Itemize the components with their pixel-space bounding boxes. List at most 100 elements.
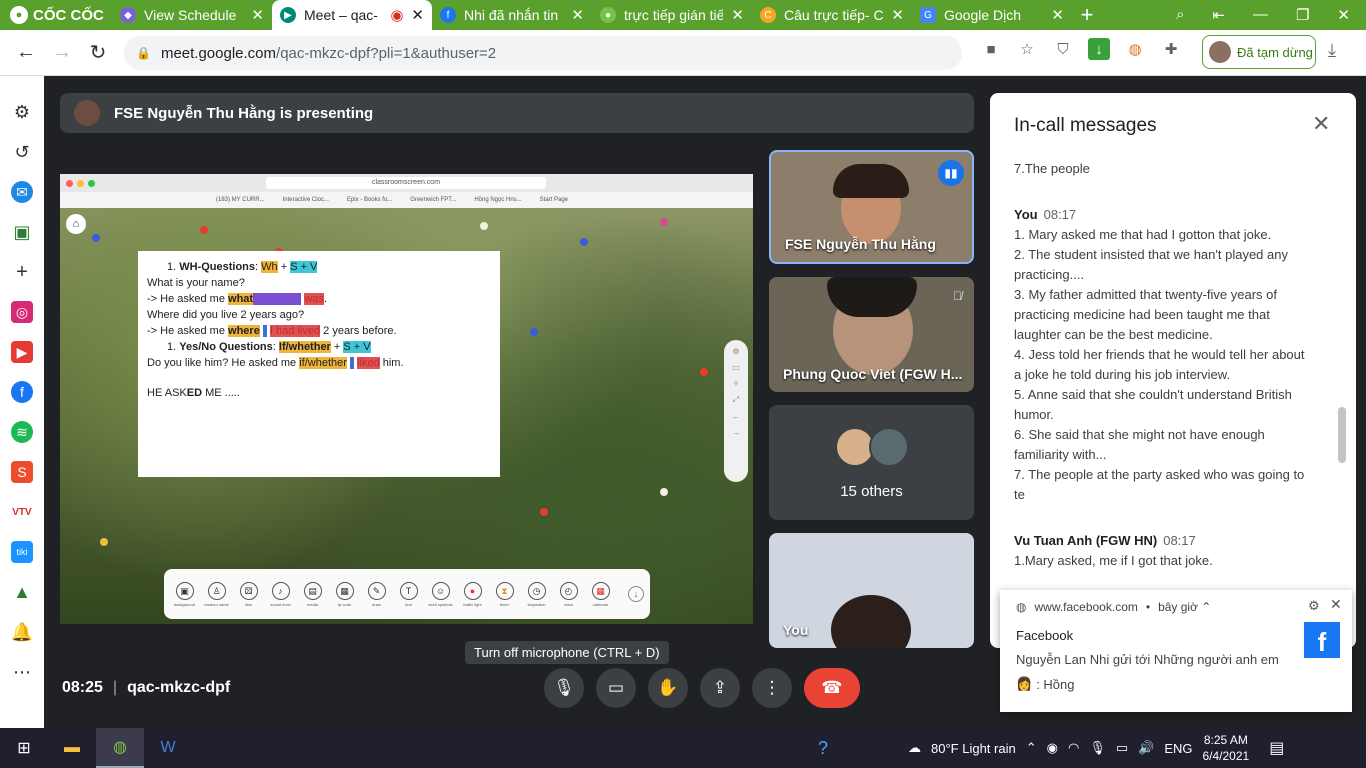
camera-button[interactable]: ▭ (596, 668, 636, 708)
mic-tray-icon[interactable]: 🎙 (1089, 740, 1106, 756)
dock-draw[interactable]: ✎ draw (364, 581, 389, 607)
dock-media[interactable]: ▤ media (300, 581, 325, 607)
coccoc-ext-icon[interactable]: ◍ (1124, 38, 1146, 60)
bookmark: Interactive Cloc... (282, 197, 329, 203)
participant-tile-presenter[interactable]: ▮▮ FSE Nguyễn Thu Hằng (769, 150, 974, 264)
back-history-icon[interactable]: ⇤ (1212, 6, 1225, 24)
battery-icon[interactable]: ▭ (1116, 740, 1128, 756)
notification-center-icon[interactable]: ▤ (1269, 738, 1284, 758)
camera-icon[interactable]: ■ (980, 38, 1002, 60)
address-bar[interactable]: 🔒 meet.google.com/qac-mkzc-dpf?pli=1&aut… (124, 36, 962, 70)
dock-dice[interactable]: ⚄ dice (236, 581, 261, 607)
tab-coccoc-search[interactable]: ● trực tiếp gián tiế ✕ (592, 0, 752, 30)
language-indicator[interactable]: ENG (1164, 741, 1192, 756)
dock-traffic-light[interactable]: ● traffic light (460, 581, 485, 607)
raise-hand-button[interactable]: ✋ (648, 668, 688, 708)
star-icon[interactable]: ☆ (1016, 38, 1038, 60)
youtube-icon[interactable]: ▶ (11, 341, 33, 363)
coccoc-logo[interactable]: ● CỐC CỐC (0, 0, 112, 30)
facebook-icon[interactable]: f (11, 381, 33, 403)
close-icon[interactable]: ✕ (891, 6, 904, 24)
close-icon[interactable]: ✕ (1312, 111, 1330, 137)
participant-tile-phung[interactable]: 🎙̸ Phung Quoc Viet (FGW H... (769, 277, 974, 392)
tab-facebook[interactable]: f Nhi đã nhắn tin ✕ (432, 0, 592, 30)
fullscreen-icon[interactable]: ⤢ (733, 395, 739, 405)
close-icon[interactable]: ✕ (251, 6, 264, 24)
close-icon[interactable]: ✕ (571, 6, 584, 24)
tab-meet[interactable]: ▶ Meet – qac- ◉ ✕ (272, 0, 432, 30)
shield-icon[interactable]: ⛉ (1052, 38, 1074, 60)
close-icon[interactable]: ✕ (411, 6, 424, 24)
tab-google-translate[interactable]: G Google Dịch ✕ (912, 0, 1072, 30)
education-icon[interactable]: ▲ (11, 581, 33, 603)
facebook-notification[interactable]: ◍ www.facebook.com • bây giờ ⌃ ⚙ ✕ Facebook… (1000, 590, 1352, 712)
gear-icon[interactable]: ⚙ (1308, 598, 1320, 614)
tab-cau-truc-tiep[interactable]: C Câu trực tiếp- C ✕ (752, 0, 912, 30)
more-icon[interactable]: ⋯ (11, 661, 33, 683)
chevron-up-icon[interactable]: ⌃ (1026, 740, 1037, 756)
redo-icon[interactable]: → (732, 428, 740, 437)
close-window-button[interactable]: ✕ (1337, 6, 1350, 24)
tab-search-icon[interactable]: ⌕ (1176, 6, 1184, 24)
help-icon[interactable]: ? (818, 738, 828, 759)
mic-button[interactable]: 🎙 (544, 668, 584, 708)
others-tile[interactable]: 15 others (769, 405, 974, 520)
add-icon[interactable]: + (11, 261, 33, 283)
game-icon[interactable]: ▣ (11, 221, 33, 243)
dock-sound-level[interactable]: ♪ sound level (268, 581, 293, 607)
leave-call-button[interactable]: ☎ (804, 668, 860, 708)
new-tab-button[interactable]: + (1072, 2, 1102, 28)
tiki-icon[interactable]: tiki (11, 541, 33, 563)
minimize-button[interactable]: — (1253, 6, 1268, 24)
shopee-icon[interactable]: S (11, 461, 33, 483)
file-explorer-icon[interactable]: ▬ (48, 728, 96, 768)
dock-text[interactable]: Ttext (396, 581, 421, 607)
history-icon[interactable]: ↺ (11, 141, 33, 163)
notifications-icon[interactable]: 🔔 (11, 621, 33, 643)
present-button[interactable]: ⇪ (700, 668, 740, 708)
self-tile[interactable]: You (769, 533, 974, 648)
save-icon[interactable]: ▭ (732, 363, 740, 372)
start-button[interactable]: ⊞ (0, 728, 48, 768)
network-icon[interactable]: ◠ (1068, 740, 1079, 756)
maximize-button[interactable]: ❐ (1296, 6, 1309, 24)
scrollbar[interactable] (1338, 407, 1346, 463)
meeting-time: 08:25 (62, 679, 103, 696)
volume-icon[interactable]: 🔊 (1138, 740, 1154, 756)
eraser-icon[interactable]: ✧ (733, 379, 740, 388)
weather-text[interactable]: 80°F Light rain (931, 741, 1016, 756)
undo-icon[interactable]: ← (732, 412, 740, 421)
close-icon[interactable]: ✕ (1330, 596, 1342, 613)
gear-icon[interactable]: ⚙ (732, 347, 739, 356)
coccoc-taskbar-icon[interactable]: ◍ (96, 728, 144, 768)
dock-stopwatch[interactable]: ◷ stopwatch (524, 581, 549, 607)
instagram-icon[interactable]: ◎ (11, 301, 33, 323)
word-icon[interactable]: W (144, 728, 192, 768)
more-options-button[interactable]: ⋮ (752, 668, 792, 708)
dock-collapse-icon[interactable]: ↓ (628, 586, 644, 602)
messenger-icon[interactable]: ✉ (11, 181, 33, 203)
home-icon[interactable]: ⌂ (66, 214, 86, 234)
downloads-icon[interactable]: ⤓ (1328, 40, 1336, 61)
clock[interactable]: 8:25 AM 6/4/2021 (1202, 732, 1249, 764)
tab-view-schedule[interactable]: ◆ View Schedule ✕ (112, 0, 272, 30)
dock-timer[interactable]: ⧗ timer (492, 581, 517, 607)
camera-tray-icon[interactable]: ◉ (1047, 740, 1058, 756)
dock-work-symbols[interactable]: ☺ work symbols (428, 581, 453, 607)
download-ext-icon[interactable]: ↓ (1088, 38, 1110, 60)
reload-button[interactable]: ↻ (80, 40, 116, 65)
spotify-icon[interactable]: ≋ (11, 421, 33, 443)
profile-button[interactable]: Đã tạm dừng (1202, 35, 1316, 69)
dock-clock[interactable]: ◴ clock (556, 581, 581, 607)
vtv-icon[interactable]: VTV (11, 501, 33, 523)
dock-qr-code[interactable]: ▦ qr code (332, 581, 357, 607)
extensions-icon[interactable]: ✚ (1160, 38, 1182, 60)
close-icon[interactable]: ✕ (1051, 6, 1064, 24)
back-button[interactable]: ← (8, 41, 44, 64)
close-icon[interactable]: ✕ (731, 6, 744, 24)
dock-random-name[interactable]: ♙ random name (204, 581, 229, 607)
settings-icon[interactable]: ⚙ (11, 101, 33, 123)
forward-button[interactable]: → (44, 41, 80, 64)
dock-background[interactable]: ▣ background (172, 581, 197, 607)
dock-calendar[interactable]: ▦ calendar (588, 581, 613, 607)
